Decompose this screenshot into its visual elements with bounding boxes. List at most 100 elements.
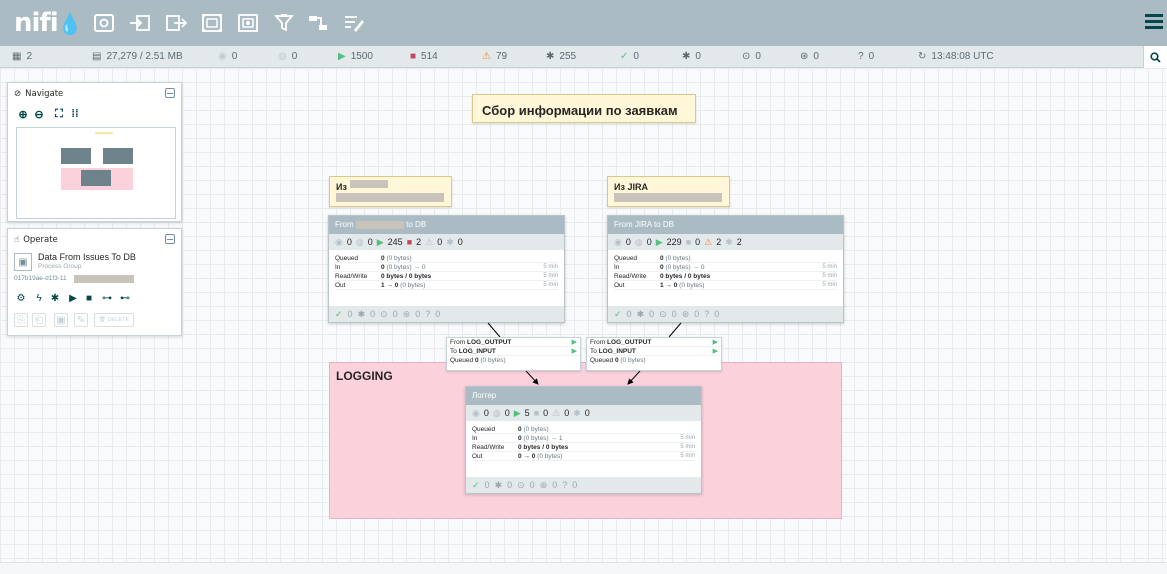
connection-label-left[interactable]: From LOG_OUTPUT ▶ To LOG_INPUT ▶ Queued 0 …	[446, 337, 581, 371]
processor-icon[interactable]	[92, 12, 116, 34]
play-icon: ▶	[712, 339, 718, 346]
play-icon: ▶	[712, 348, 718, 355]
status-bar: ▦ 2 ▤ 27,279 / 2.51 MB ◉ 0 ◍ 0 ▶ 1500 ■ 514 ⚠ 7…	[0, 46, 1167, 68]
modified-stale-stat: ⊛ 0	[800, 51, 819, 62]
input-port-icon[interactable]	[128, 12, 152, 34]
transmitting-stat: ◉ 0	[218, 51, 238, 62]
modified-stale-icon: ⊛	[800, 51, 809, 62]
zoom-in-icon[interactable]: ⊕	[16, 107, 30, 121]
canvas-label-left[interactable]: Из	[329, 176, 452, 207]
color-icon[interactable]: ✎	[74, 313, 88, 327]
actual-size-icon[interactable]: ⁞⁞	[68, 107, 82, 121]
refresh-icon[interactable]: ↻	[918, 51, 926, 62]
copy-icon[interactable]: ⎘	[14, 313, 28, 327]
group-icon[interactable]: ▣	[54, 313, 68, 327]
process-group-version-status: ✓ 0 ✱ 0 ⊙ 0 ⊛ 0 ? 0	[329, 306, 564, 322]
label-icon[interactable]	[342, 12, 366, 34]
template-icon[interactable]	[306, 12, 330, 34]
question-icon: ?	[858, 51, 864, 62]
configure-icon[interactable]: ⚙	[14, 291, 28, 305]
upload-template-icon[interactable]: ⊷	[118, 291, 132, 305]
funnel-icon[interactable]	[272, 12, 296, 34]
nifi-logo: nifi💧	[14, 8, 83, 38]
compass-icon: ⊘	[14, 89, 22, 99]
enable-icon[interactable]: ϟ	[32, 291, 46, 305]
redacted-block	[614, 193, 722, 202]
remote-process-group-icon[interactable]	[236, 12, 260, 34]
canvas-label-right[interactable]: Из JIRA	[607, 176, 730, 207]
refresh-time-stat[interactable]: ↻ 13:48:08 UTC	[918, 51, 994, 62]
birdseye-view[interactable]	[16, 127, 176, 219]
not-transmitting-icon: ◍	[278, 51, 287, 62]
process-group-stats: Queued 0 (0 bytes) In 0 (0 bytes) → 15 min…	[472, 425, 695, 461]
running-stat: ▶ 1500	[338, 51, 373, 62]
stopped-stat: ■ 514	[410, 51, 438, 62]
canvas-label-main[interactable]: Сбор информации по заявкам	[472, 94, 696, 123]
search-icon	[1150, 51, 1161, 63]
search-button[interactable]	[1143, 46, 1167, 68]
hand-icon: ☝	[14, 235, 20, 245]
process-group-icon[interactable]	[200, 12, 224, 34]
operate-title: ☝ Operate	[14, 235, 58, 245]
process-group-stats: Queued 0 (0 bytes) In 0 (0 bytes) → 05 min…	[614, 254, 837, 290]
process-group-title: From JIRA to DB	[608, 216, 843, 234]
sync-failure-stat: ? 0	[858, 51, 875, 62]
redacted-block	[74, 275, 134, 283]
stop-icon[interactable]: ■	[82, 291, 96, 305]
up-to-date-stat: ✓ 0	[620, 51, 639, 62]
start-icon[interactable]: ▶	[66, 291, 80, 305]
process-group-icon: ▣	[14, 253, 32, 271]
locally-modified-stat: ✱ 0	[682, 51, 701, 62]
create-template-icon[interactable]: ⊶	[100, 291, 114, 305]
selected-component-type: Process Group	[38, 263, 82, 270]
fit-icon[interactable]: ⛶	[52, 107, 66, 121]
trash-icon: 🗑	[98, 317, 106, 323]
global-menu-icon[interactable]	[1145, 14, 1163, 30]
process-group-stats: Queued 0 (0 bytes) In 0 (0 bytes) → 05 min…	[335, 254, 558, 290]
redacted-block	[350, 180, 388, 188]
canvas-label-left-text: Из	[336, 182, 347, 192]
breadcrumb-footer	[0, 562, 1167, 574]
process-group-left[interactable]: From to DB ◉ 0 ◍ 0 ▶ 245 ■ 2 ⚠ 0 ✱ 0 Queued 0 (…	[328, 215, 565, 323]
logging-title: LOGGING	[336, 369, 393, 383]
queue-icon: ▤	[92, 51, 102, 62]
output-port-icon[interactable]	[164, 12, 188, 34]
asterisk-icon: ✱	[682, 51, 691, 62]
redacted-block	[336, 193, 444, 202]
transmitting-icon: ◉	[218, 51, 227, 62]
connection-label-right[interactable]: From LOG_OUTPUT ▶ To LOG_INPUT ▶ Queued 0 …	[586, 337, 722, 371]
play-icon: ▶	[571, 348, 577, 355]
stale-stat: ⊙ 0	[742, 51, 761, 62]
disable-icon[interactable]: ✱	[48, 291, 62, 305]
process-group-counts: ◉ 0 ◍ 0 ▶ 5 ■ 0 ⚠ 0 ✱ 0	[466, 405, 701, 421]
collapse-icon[interactable]	[165, 88, 175, 98]
navigate-panel: ⊘ Navigate ⊕ ⊖ ⛶ ⁞⁞	[7, 82, 182, 222]
threads-icon: ▦	[12, 51, 22, 62]
invalid-icon: ⚠	[482, 51, 491, 62]
canvas-label-right-text: Из JIRA	[614, 182, 648, 192]
active-threads-stat: ▦ 2	[12, 51, 33, 62]
process-group-title: From to DB	[329, 216, 564, 234]
process-group-version-status: ✓ 0 ✱ 0 ⊙ 0 ⊛ 0 ? 0	[608, 306, 843, 322]
collapse-icon[interactable]	[165, 234, 175, 244]
process-group-logger[interactable]: Логгер ◉ 0 ◍ 0 ▶ 5 ■ 0 ⚠ 0 ✱ 0 Queued 0 (0 byte…	[465, 386, 702, 494]
play-icon: ▶	[571, 339, 577, 346]
process-group-counts: ◉ 0 ◍ 0 ▶ 229 ■ 0 ⚠ 2 ✱ 2	[608, 234, 843, 250]
stopped-icon: ■	[410, 51, 417, 62]
operate-panel: ☝ Operate ▣ Data From Issues To DB Proces…	[7, 228, 182, 336]
disabled-stat: ✱ 255	[546, 51, 577, 62]
top-header: nifi💧	[0, 0, 1167, 46]
delete-button[interactable]: 🗑 DELETE	[94, 313, 134, 327]
paste-icon[interactable]: ⎗	[32, 313, 46, 327]
navigate-title: ⊘ Navigate	[14, 89, 64, 99]
not-transmitting-stat: ◍ 0	[278, 51, 298, 62]
redacted-block	[355, 220, 404, 229]
process-group-right[interactable]: From JIRA to DB ◉ 0 ◍ 0 ▶ 229 ■ 0 ⚠ 2 ✱ 2 Queu…	[607, 215, 844, 323]
process-group-version-status: ✓ 0 ✱ 0 ⊙ 0 ⊛ 0 ? 0	[466, 477, 701, 493]
process-group-title: Логгер	[466, 387, 701, 405]
check-icon: ✓	[620, 51, 629, 62]
running-icon: ▶	[338, 51, 346, 62]
selected-component-name: Data From Issues To DB	[38, 252, 136, 262]
zoom-out-icon[interactable]: ⊖	[32, 107, 46, 121]
invalid-stat: ⚠ 79	[482, 51, 508, 62]
